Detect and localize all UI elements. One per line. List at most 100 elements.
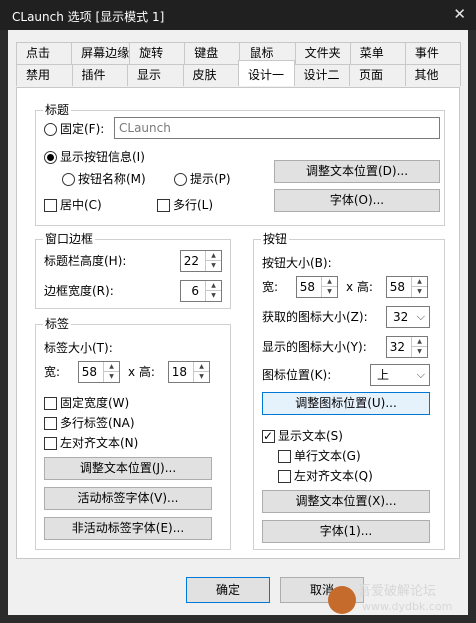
tab-width-spinner[interactable]: 58 ▲ ▼ [78, 361, 120, 383]
adjust-icon-pos-button[interactable]: 调整图标位置(U)... [262, 392, 430, 415]
border-width-label: 边框宽度(R): [44, 284, 114, 298]
design-1-panel: 标题 固定(F): CLaunch 显示按钮信息(I) 按钮名称(M) 提示(P… [16, 87, 460, 559]
spinner-arrows[interactable]: ▲ ▼ [411, 277, 427, 297]
button-name-radio[interactable] [62, 173, 75, 186]
spin-up-icon[interactable]: ▲ [322, 277, 337, 287]
spin-down-icon[interactable]: ▼ [412, 347, 427, 357]
button-height-value: 58 [389, 280, 405, 294]
watermark-url: www.dydbk.com [362, 600, 453, 613]
tab-plugin[interactable]: 插件 [71, 64, 128, 86]
tab-row-2: 禁用 插件 显示 皮肤 设计一 设计二 页面 其他 [16, 60, 461, 86]
adjust-tab-text-pos-button[interactable]: 调整文本位置(J)... [44, 457, 212, 480]
spin-up-icon[interactable]: ▲ [206, 281, 221, 291]
tab-click[interactable]: 点击 [16, 42, 73, 64]
button-height-spinner[interactable]: 58 ▲ ▼ [386, 276, 428, 298]
center-checkbox[interactable] [44, 199, 57, 212]
ok-button[interactable]: 确定 [186, 577, 270, 603]
show-text-checkbox[interactable]: ✓ [262, 429, 275, 443]
button-name-label: 按钮名称(M) [78, 172, 146, 186]
button-width-value: 58 [299, 280, 315, 294]
spinner-arrows[interactable]: ▲ ▼ [193, 362, 209, 382]
active-tab-font-button[interactable]: 活动标签字体(V)... [44, 487, 212, 510]
tip-radio[interactable] [174, 173, 187, 186]
fixed-radio[interactable] [44, 123, 57, 136]
icon-position-select[interactable]: 上 ⌵ [370, 364, 430, 386]
spinner-arrows[interactable]: ▲ ▼ [205, 251, 221, 271]
window-title: CLaunch 选项 [显示模式 1] [12, 10, 165, 24]
checkmark-icon: ✓ [263, 429, 274, 443]
title-font-button[interactable]: 字体(O)... [274, 189, 440, 212]
spin-down-icon[interactable]: ▼ [206, 261, 221, 271]
tab-screen-edge[interactable]: 屏幕边缘 [71, 42, 131, 64]
spin-down-icon[interactable]: ▼ [412, 287, 427, 297]
tab-folder[interactable]: 文件夹 [294, 42, 351, 64]
border-width-spinner[interactable]: 6 ▲ ▼ [180, 280, 222, 302]
spinner-arrows[interactable]: ▲ ▼ [411, 337, 427, 357]
title-bar: CLaunch 选项 [显示模式 1] ✕ [0, 0, 476, 30]
button-width-label: 宽: [262, 280, 279, 294]
tab-height-label: x 高: [128, 365, 155, 379]
button-width-spinner[interactable]: 58 ▲ ▼ [296, 276, 338, 298]
spin-down-icon[interactable]: ▼ [104, 372, 119, 382]
close-icon[interactable]: ✕ [453, 5, 466, 23]
shown-icon-size-spinner[interactable]: 32 ▲ ▼ [386, 336, 428, 358]
adjust-button-text-pos-button[interactable]: 调整文本位置(X)... [262, 490, 430, 513]
spin-up-icon[interactable]: ▲ [412, 277, 427, 287]
titlebar-height-value: 22 [183, 254, 199, 268]
tab-disable[interactable]: 禁用 [16, 64, 73, 86]
spin-down-icon[interactable]: ▼ [194, 372, 209, 382]
fetched-icon-size-select[interactable]: 32 ⌵ [386, 306, 430, 328]
fixed-title-input[interactable]: CLaunch [114, 117, 440, 139]
tab-keyboard[interactable]: 键盘 [184, 42, 241, 64]
button-settings-label: 按钮 [261, 231, 290, 247]
tab-design-1[interactable]: 设计一 [238, 60, 295, 86]
multi-tab-checkbox[interactable] [44, 417, 57, 430]
tab-rotate[interactable]: 旋转 [129, 42, 186, 64]
tab-strip: 点击 屏幕边缘 旋转 键盘 鼠标 文件夹 菜单 事件 禁用 插件 显示 皮肤 设… [16, 42, 461, 88]
watermark-logo-icon [328, 586, 356, 614]
tab-height-value: 18 [171, 365, 187, 379]
show-button-info-radio[interactable] [44, 151, 57, 164]
tab-other[interactable]: 其他 [404, 64, 461, 86]
icon-position-label: 图标位置(K): [262, 368, 332, 382]
tab-left-align-checkbox[interactable] [44, 437, 57, 450]
tab-menu[interactable]: 菜单 [349, 42, 406, 64]
inactive-tab-font-button[interactable]: 非活动标签字体(E)... [44, 517, 212, 540]
spinner-arrows[interactable]: ▲ ▼ [103, 362, 119, 382]
spin-down-icon[interactable]: ▼ [322, 287, 337, 297]
multiline-label: 多行(L) [173, 198, 214, 212]
spin-up-icon[interactable]: ▲ [104, 362, 119, 372]
multiline-checkbox[interactable] [157, 199, 170, 212]
titlebar-height-spinner[interactable]: 22 ▲ ▼ [180, 250, 222, 272]
tab-page[interactable]: 页面 [349, 64, 406, 86]
fetched-icon-size-value: 32 [393, 310, 409, 324]
tab-settings-group: 标签 标签大小(T): 宽: 58 ▲ ▼ x 高: 18 ▲ ▼ 固定宽度(W) … [35, 316, 231, 550]
single-line-checkbox[interactable] [278, 450, 291, 463]
shown-icon-size-label: 显示的图标大小(Y): [262, 340, 367, 354]
fixed-width-label: 固定宽度(W) [60, 396, 130, 410]
tab-event[interactable]: 事件 [404, 42, 461, 64]
spin-up-icon[interactable]: ▲ [412, 337, 427, 347]
shown-icon-size-value: 32 [389, 340, 405, 354]
button-height-label: x 高: [346, 280, 373, 294]
chevron-down-icon[interactable]: ⌵ [417, 309, 425, 325]
tab-height-spinner[interactable]: 18 ▲ ▼ [168, 361, 210, 383]
tab-display[interactable]: 显示 [127, 64, 184, 86]
border-width-value: 6 [191, 284, 199, 298]
chevron-down-icon[interactable]: ⌵ [417, 367, 425, 383]
title-group-label: 标题 [43, 102, 72, 118]
button-font-button[interactable]: 字体(1)... [262, 520, 430, 543]
spinner-arrows[interactable]: ▲ ▼ [321, 277, 337, 297]
tab-design-2[interactable]: 设计二 [293, 64, 350, 86]
spin-up-icon[interactable]: ▲ [206, 251, 221, 261]
fixed-width-checkbox[interactable] [44, 397, 57, 410]
button-left-align-checkbox[interactable] [278, 470, 291, 483]
spinner-arrows[interactable]: ▲ ▼ [205, 281, 221, 301]
spin-up-icon[interactable]: ▲ [194, 362, 209, 372]
tab-skin[interactable]: 皮肤 [182, 64, 239, 86]
adjust-title-text-pos-button[interactable]: 调整文本位置(D)... [274, 160, 440, 183]
window-border-group: 窗口边框 标题栏高度(H): 22 ▲ ▼ 边框宽度(R): 6 ▲ ▼ [35, 231, 231, 309]
tab-size-label: 标签大小(T): [44, 341, 113, 355]
show-text-label: 显示文本(S) [278, 429, 343, 443]
spin-down-icon[interactable]: ▼ [206, 291, 221, 301]
